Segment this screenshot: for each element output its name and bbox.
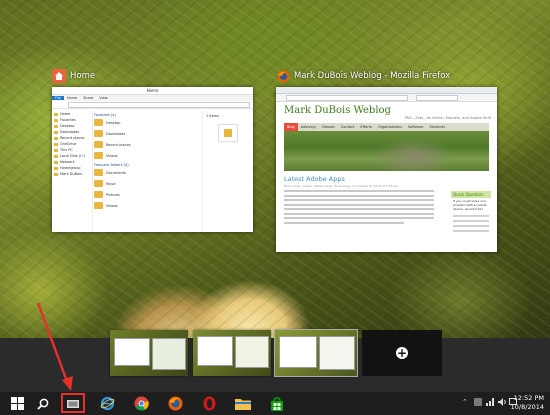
annotation-arrow-icon (36, 302, 73, 391)
